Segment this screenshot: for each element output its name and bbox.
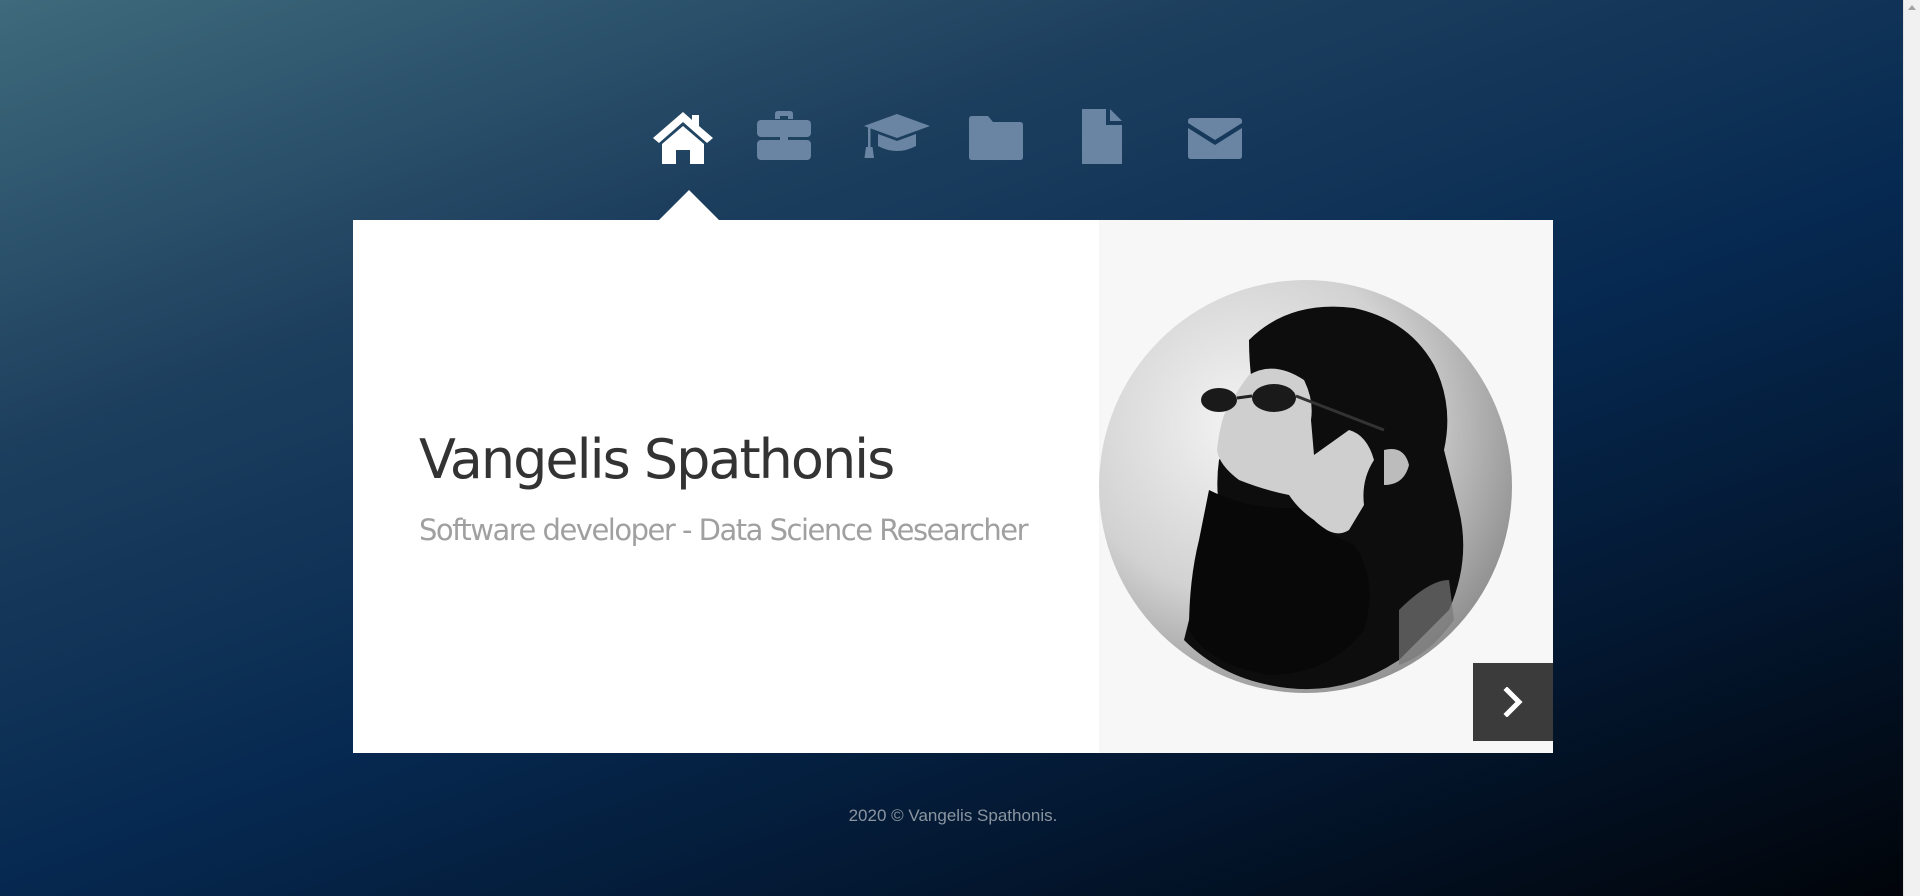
avatar bbox=[1099, 280, 1512, 693]
graduation-cap-icon bbox=[864, 114, 930, 158]
profile-card: Vangelis Spathonis Software developer - … bbox=[353, 220, 1553, 753]
nav-item-home[interactable] bbox=[650, 108, 730, 170]
profile-subtitle: Software developer - Data Science Resear… bbox=[419, 513, 1029, 547]
page-scrollbar[interactable] bbox=[1903, 0, 1920, 896]
active-nav-pointer bbox=[658, 190, 720, 221]
document-icon bbox=[1082, 109, 1122, 164]
nav-item-projects[interactable] bbox=[968, 108, 1048, 170]
scroll-up-arrow-icon[interactable] bbox=[1904, 0, 1920, 16]
nav-item-contact[interactable] bbox=[1187, 108, 1267, 170]
chevron-right-icon bbox=[1503, 687, 1523, 717]
briefcase-icon bbox=[757, 111, 811, 160]
home-icon bbox=[653, 112, 713, 164]
nav-item-resume[interactable] bbox=[1080, 108, 1160, 170]
main-nav bbox=[650, 108, 1270, 170]
next-button[interactable] bbox=[1473, 663, 1553, 741]
folder-icon bbox=[969, 116, 1023, 160]
nav-item-education[interactable] bbox=[862, 108, 942, 170]
footer-copyright: 2020 © Vangelis Spathonis. bbox=[848, 806, 1058, 825]
profile-text: Vangelis Spathonis Software developer - … bbox=[419, 220, 1079, 753]
envelope-icon bbox=[1188, 118, 1242, 159]
profile-photo bbox=[1184, 306, 1464, 690]
profile-name: Vangelis Spathonis bbox=[419, 428, 895, 491]
nav-item-experience[interactable] bbox=[756, 108, 836, 170]
